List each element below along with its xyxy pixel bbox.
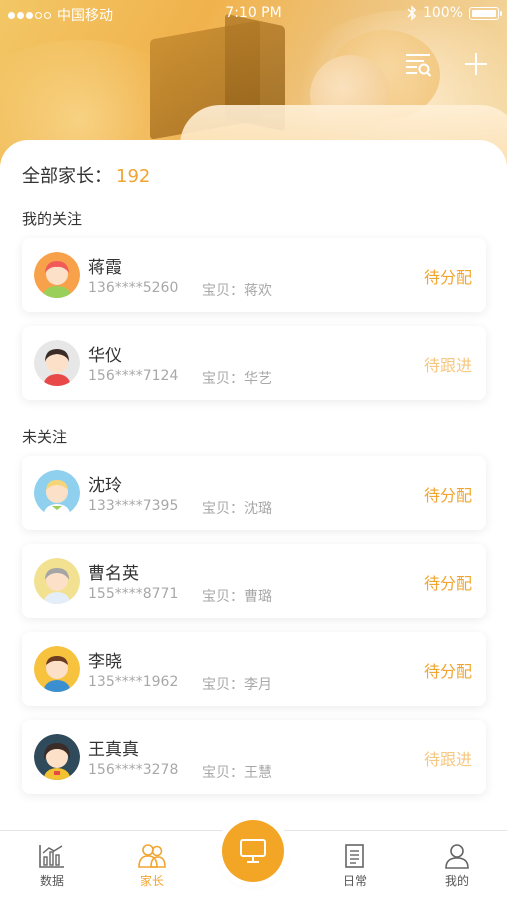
parent-name: 李晓 xyxy=(88,652,122,672)
document-icon xyxy=(345,844,364,868)
parent-card[interactable]: 曹名英 155****8771 宝贝：曹璐 待分配 xyxy=(22,544,486,618)
tab-parents[interactable]: 家长 xyxy=(122,843,182,889)
parent-card[interactable]: 蒋霞 136****5260 宝贝：蒋欢 待分配 xyxy=(22,238,486,312)
avatar xyxy=(34,470,80,516)
status-badge: 待分配 xyxy=(423,662,472,681)
avatar xyxy=(34,734,80,780)
parent-name: 沈玲 xyxy=(88,476,122,496)
parent-card[interactable]: 华仪 156****7124 宝贝：华艺 待跟进 xyxy=(22,326,486,400)
status-badge: 待分配 xyxy=(423,268,472,287)
baby-name: 宝贝：沈璐 xyxy=(202,501,272,517)
tab-daily[interactable]: 日常 xyxy=(325,843,385,889)
person-icon xyxy=(445,844,469,869)
status-badge: 待分配 xyxy=(423,574,472,593)
battery-icon xyxy=(469,6,502,20)
parents-panel: 全部家长：192 我的关注 蒋霞 136****5260 宝贝：蒋欢 待分配 xyxy=(0,140,507,840)
baby-name: 宝贝：蒋欢 xyxy=(202,283,272,299)
status-badge: 待跟进 xyxy=(423,750,472,769)
status-bar: 中国移动 7:10 PM 100% xyxy=(0,0,507,28)
tab-label: 日常 xyxy=(342,874,367,888)
total-parents: 全部家长： 192 xyxy=(22,162,150,188)
baby-name: 宝贝：王慧 xyxy=(202,765,272,781)
total-label: 全部家长： xyxy=(22,166,112,187)
baby-name: 宝贝：李月 xyxy=(202,677,272,693)
bluetooth-icon xyxy=(407,5,417,21)
parent-phone: 136****5260 xyxy=(88,280,179,296)
parent-name: 王真真 xyxy=(88,740,139,760)
baby-name: 宝贝：曹璐 xyxy=(202,589,272,605)
baby-name: 宝贝：华艺 xyxy=(202,371,272,387)
monitor-icon xyxy=(240,839,266,863)
parent-phone: 155****8771 xyxy=(88,586,179,602)
parent-card[interactable]: 李晓 135****1962 宝贝：李月 待分配 xyxy=(22,632,486,706)
tab-label: 数据 xyxy=(39,874,64,888)
parent-name: 蒋霞 xyxy=(88,258,122,278)
total-count: 192 xyxy=(116,166,151,187)
tab-data[interactable]: 数据 xyxy=(22,843,82,889)
status-badge: 待分配 xyxy=(423,486,472,505)
tab-mine[interactable]: 我的 xyxy=(427,843,487,889)
avatar xyxy=(34,646,80,692)
parent-phone: 156****7124 xyxy=(88,368,179,384)
parent-card[interactable]: 沈玲 133****7395 宝贝：沈璐 待分配 xyxy=(22,456,486,530)
battery-label: 100% xyxy=(422,5,463,21)
avatar xyxy=(34,252,80,298)
avatar xyxy=(34,558,80,604)
parent-phone: 133****7395 xyxy=(88,498,179,514)
unfollowed-section-title: 未关注 xyxy=(22,428,68,446)
parents-icon xyxy=(138,844,166,868)
parent-card[interactable]: 王真真 156****3278 宝贝：王慧 待跟进 xyxy=(22,720,486,794)
status-badge: 待跟进 xyxy=(423,356,472,375)
filter-list-icon[interactable] xyxy=(402,48,434,80)
parent-name: 华仪 xyxy=(88,346,122,366)
tab-label: 我的 xyxy=(444,874,469,888)
tab-label: 家长 xyxy=(139,874,164,888)
bar-chart-icon xyxy=(39,845,64,868)
center-action-button[interactable] xyxy=(222,820,284,882)
plus-icon xyxy=(465,53,487,75)
parent-phone: 135****1962 xyxy=(88,674,179,690)
parent-name: 曹名英 xyxy=(88,564,139,584)
followed-section-title: 我的关注 xyxy=(22,210,83,228)
add-button[interactable] xyxy=(460,48,492,80)
parent-phone: 156****3278 xyxy=(88,762,179,778)
avatar xyxy=(34,340,80,386)
